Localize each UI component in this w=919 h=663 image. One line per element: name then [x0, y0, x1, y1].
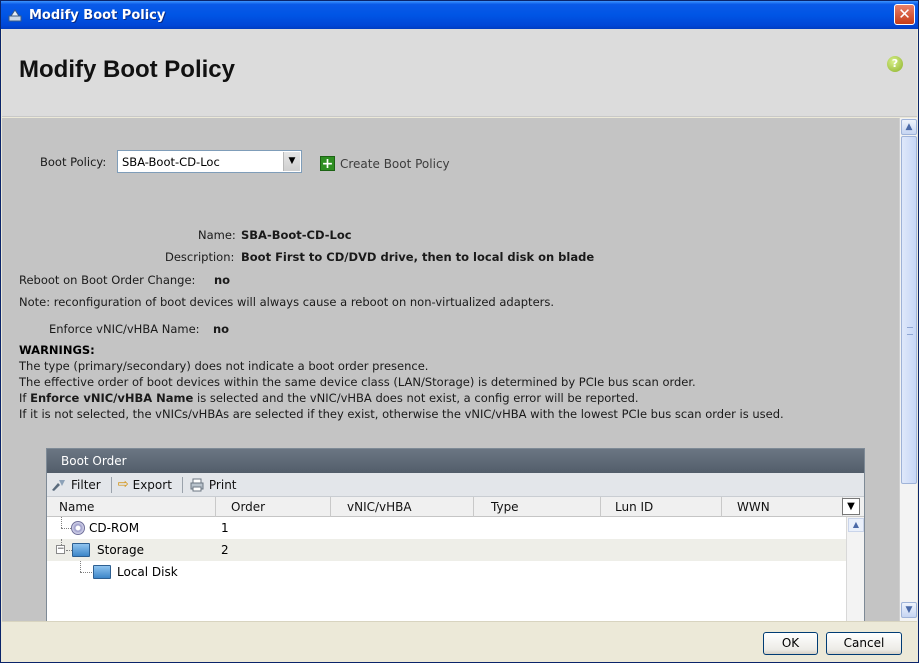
grid-header: Name Order vNIC/vHBA Type Lun ID WWN ▼	[47, 497, 864, 517]
chevron-up-icon[interactable]: ▲	[901, 119, 917, 135]
cancel-button[interactable]: Cancel	[826, 632, 902, 655]
row-name: Local Disk	[117, 565, 178, 579]
boot-policy-select-value: SBA-Boot-CD-Loc	[122, 155, 220, 169]
toolbar-separator	[181, 476, 183, 493]
tree-connector	[80, 561, 81, 572]
chevron-down-icon[interactable]: ▼	[283, 152, 300, 171]
table-row[interactable]: CD-ROM 1	[47, 517, 864, 539]
filter-icon	[52, 479, 65, 491]
tree-connector	[61, 528, 71, 529]
column-wwn[interactable]: WWN	[737, 500, 770, 514]
help-icon[interactable]: ?	[887, 56, 903, 72]
description-value: Boot First to CD/DVD drive, then to loca…	[241, 250, 595, 264]
row-order: 2	[221, 543, 229, 557]
column-vnic-vhba[interactable]: vNIC/vHBA	[347, 500, 412, 514]
filter-label: Filter	[71, 477, 101, 492]
name-value: SBA-Boot-CD-Loc	[241, 228, 352, 242]
reboot-label: Reboot on Boot Order Change:	[19, 273, 196, 287]
print-label: Print	[208, 477, 237, 492]
export-label: Export	[132, 477, 172, 492]
description-label: Description:	[165, 250, 235, 264]
print-button[interactable]: Print	[187, 478, 239, 492]
grid-scrollbar[interactable]: ▲	[846, 517, 864, 621]
boot-policy-select[interactable]: SBA-Boot-CD-Loc ▼	[117, 150, 302, 173]
column-separator[interactable]	[721, 497, 722, 517]
arrow-right-icon: ⇨	[117, 477, 129, 492]
warning-line-2: The effective order of boot devices with…	[19, 375, 696, 389]
close-button[interactable]: ✕	[894, 4, 915, 25]
column-type[interactable]: Type	[491, 500, 519, 514]
warning-line-3-suffix: is selected and the vNIC/vHBA does not e…	[193, 391, 639, 405]
printer-icon	[190, 478, 204, 491]
tree-connector	[80, 572, 92, 573]
toolbar-separator	[110, 476, 112, 493]
row-name: CD-ROM	[89, 521, 140, 535]
modify-boot-policy-dialog: Modify Boot Policy ✕ Modify Boot Policy …	[0, 0, 919, 663]
create-boot-policy-link[interactable]: + Create Boot Policy	[320, 156, 450, 171]
column-separator[interactable]	[330, 497, 331, 517]
plus-icon: +	[320, 156, 335, 172]
column-lun-id[interactable]: Lun ID	[615, 500, 653, 514]
title-bar[interactable]: Modify Boot Policy ✕	[1, 1, 918, 29]
scrollbar-grip	[907, 327, 913, 335]
warnings-title: WARNINGS:	[19, 343, 95, 357]
content-scrollbar[interactable]: ▲ ▼	[899, 118, 917, 621]
name-label: Name:	[198, 228, 236, 242]
tree-connector	[61, 517, 62, 528]
collapse-icon[interactable]: −	[56, 545, 65, 554]
warning-line-3-prefix: If	[19, 391, 31, 405]
scrollbar-thumb[interactable]	[901, 136, 917, 484]
enforce-label: Enforce vNIC/vHBA Name:	[49, 322, 200, 336]
reboot-value: no	[214, 273, 231, 287]
row-name: Storage	[97, 543, 144, 557]
cd-rom-icon	[71, 521, 85, 535]
dialog-header: Modify Boot Policy ?	[2, 29, 917, 117]
content-area: Boot Policy: SBA-Boot-CD-Loc ▼ + Create …	[2, 118, 899, 621]
warning-line-4: If it is not selected, the vNICs/vHBAs a…	[19, 407, 784, 421]
row-order: 1	[221, 521, 229, 535]
page-title: Modify Boot Policy	[19, 56, 235, 83]
close-icon: ✕	[898, 5, 911, 23]
filter-button[interactable]: Filter	[49, 478, 103, 492]
boot-order-toolbar: Filter ⇨ Export Print	[47, 473, 864, 497]
warning-line-3-bold: Enforce vNIC/vHBA Name	[30, 391, 194, 405]
column-separator[interactable]	[473, 497, 474, 517]
storage-icon	[72, 543, 90, 557]
boot-policy-label: Boot Policy:	[40, 155, 107, 169]
local-disk-icon	[93, 565, 111, 579]
column-chooser-icon[interactable]: ▼	[842, 498, 860, 515]
table-row[interactable]: Local Disk	[47, 561, 864, 583]
column-separator[interactable]	[600, 497, 601, 517]
export-button[interactable]: ⇨ Export	[116, 477, 174, 492]
warning-line-3: If Enforce vNIC/vHBA Name is selected an…	[19, 391, 639, 405]
column-name[interactable]: Name	[59, 500, 94, 514]
boot-order-header: Boot Order	[47, 449, 864, 473]
window-title: Modify Boot Policy	[29, 7, 166, 23]
enforce-value: no	[213, 322, 230, 336]
table-row[interactable]: − Storage 2	[47, 539, 864, 561]
app-icon	[8, 9, 22, 22]
chevron-down-icon[interactable]: ▼	[901, 602, 917, 618]
create-boot-policy-label: Create Boot Policy	[340, 156, 450, 171]
note-text: Note: reconfiguration of boot devices wi…	[19, 295, 555, 309]
dialog-footer: OK Cancel	[2, 621, 917, 662]
column-order[interactable]: Order	[231, 500, 265, 514]
chevron-up-icon[interactable]: ▲	[848, 518, 864, 532]
boot-order-panel: Boot Order Filter ⇨ Export Print Name Or…	[46, 448, 865, 621]
column-separator[interactable]	[215, 497, 216, 517]
ok-button[interactable]: OK	[763, 632, 818, 655]
warning-line-1: The type (primary/secondary) does not in…	[19, 359, 429, 373]
